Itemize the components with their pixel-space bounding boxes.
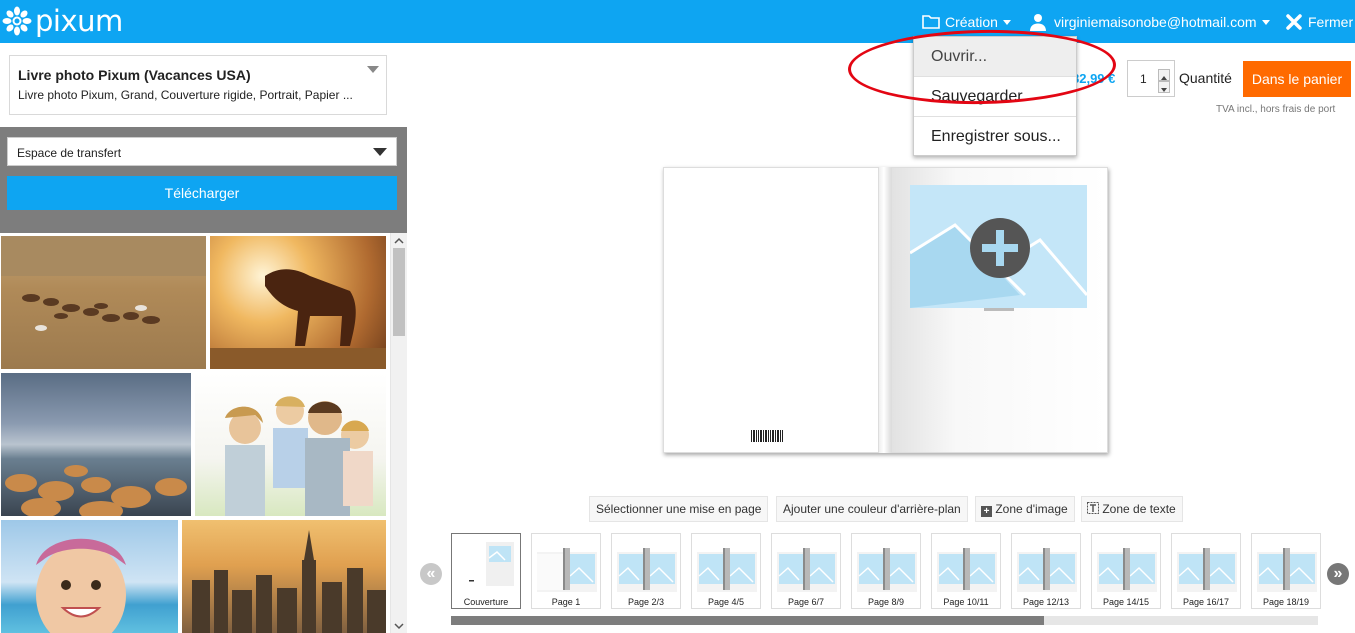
- photo-thumbnail[interactable]: [1, 373, 191, 516]
- chevron-up-icon[interactable]: [391, 236, 407, 246]
- account-email: virginiemaisonobe@hotmail.com: [1054, 13, 1257, 30]
- close-editor-button[interactable]: Fermer: [1286, 0, 1353, 43]
- chevron-down-icon: [1002, 20, 1011, 25]
- folder-icon: [922, 15, 940, 29]
- gallery-scrollbar-thumb[interactable]: [393, 248, 405, 336]
- product-title: Livre photo Pixum (Vacances USA): [18, 67, 251, 83]
- page-label: Couverture: [463, 597, 509, 607]
- pixum-logo[interactable]: pixum: [2, 4, 123, 38]
- page-thumbnail[interactable]: Page 18/19: [1251, 533, 1321, 609]
- page-thumbnail-cover[interactable]: Couverture: [451, 533, 521, 609]
- photo-source-panel: Espace de transfert Télécharger: [0, 127, 407, 233]
- cover-preview: [461, 542, 514, 586]
- spread-preview: [1017, 548, 1077, 592]
- plus-icon: +: [981, 506, 992, 517]
- pixum-flower-icon: [2, 6, 32, 36]
- add-image-icon[interactable]: [970, 218, 1030, 278]
- chevron-right-icon[interactable]: »: [1327, 563, 1349, 585]
- user-icon: [1030, 13, 1046, 31]
- spread-preview: [937, 548, 997, 592]
- page-thumbnail[interactable]: Page 16/17: [1171, 533, 1241, 609]
- photo-source-value: Espace de transfert: [17, 146, 122, 160]
- page-label: Page 8/9: [867, 597, 905, 607]
- chevron-down-icon: [1261, 20, 1270, 25]
- page-thumbnail[interactable]: Page 1: [531, 533, 601, 609]
- page-label: Page 10/11: [943, 597, 989, 607]
- chevron-down-icon: [1161, 88, 1167, 92]
- page-label: Page 12/13: [1022, 597, 1070, 607]
- pages-scrollbar[interactable]: [451, 616, 1318, 625]
- page-thumbnail[interactable]: Page 6/7: [771, 533, 841, 609]
- page-thumbnail[interactable]: Page 14/15: [1091, 533, 1161, 609]
- page-label: Page 16/17: [1182, 597, 1230, 607]
- gallery-scrollbar[interactable]: [390, 233, 407, 633]
- chevron-left-icon[interactable]: «: [420, 563, 442, 585]
- add-to-cart-button[interactable]: Dans le panier: [1243, 61, 1351, 97]
- upload-button[interactable]: Télécharger: [7, 176, 397, 210]
- book-spine: [879, 167, 891, 453]
- text-placeholder[interactable]: [984, 308, 1014, 311]
- page-label: Page 4/5: [707, 597, 745, 607]
- image-zone-button[interactable]: + Zone d'image: [975, 496, 1075, 522]
- spread-preview: [697, 548, 757, 592]
- quantity-increase-button[interactable]: [1158, 69, 1170, 81]
- spread-preview: [1097, 548, 1157, 592]
- image-zone-label: Zone d'image: [995, 502, 1068, 516]
- text-zone-button[interactable]: Zone de texte: [1081, 496, 1183, 522]
- page-thumbnail[interactable]: Page 12/13: [1011, 533, 1081, 609]
- book-cover-spread: [663, 167, 1108, 453]
- page-thumbnail[interactable]: Page 8/9: [851, 533, 921, 609]
- chevron-down-icon: [367, 66, 379, 73]
- page-label: Page 18/19: [1262, 597, 1310, 607]
- menu-item-save-as[interactable]: Enregistrer sous...: [914, 117, 1076, 157]
- barcode-icon: [751, 430, 783, 442]
- top-bar: pixum Création virginiemaisonobe@hotmail…: [0, 0, 1355, 43]
- add-background-color-button[interactable]: Ajouter une couleur d'arrière-plan: [776, 496, 968, 522]
- spread-preview: [777, 548, 837, 592]
- image-placeholder[interactable]: [910, 185, 1087, 308]
- photo-gallery: [0, 233, 390, 633]
- page-thumbnail[interactable]: Page 2/3: [611, 533, 681, 609]
- page-thumbnail[interactable]: Page 10/11: [931, 533, 1001, 609]
- back-cover[interactable]: [663, 167, 879, 453]
- select-layout-button[interactable]: Sélectionner une mise en page: [589, 496, 769, 522]
- quantity-stepper[interactable]: 1: [1127, 60, 1175, 97]
- creation-label: Création: [945, 13, 998, 30]
- photo-thumbnail[interactable]: [210, 236, 386, 369]
- spread-preview: [617, 548, 677, 592]
- photo-thumbnail[interactable]: [1, 520, 178, 633]
- chevron-down-icon: [373, 148, 387, 156]
- page-label: Page 2/3: [627, 597, 665, 607]
- quantity-label: Quantité: [1179, 70, 1232, 86]
- spread-preview: [537, 548, 597, 592]
- text-zone-label: Zone de texte: [1102, 502, 1176, 516]
- quantity-decrease-button[interactable]: [1158, 81, 1170, 93]
- photo-source-select[interactable]: Espace de transfert: [7, 137, 397, 166]
- photo-thumbnail[interactable]: [1, 236, 206, 369]
- front-cover[interactable]: [891, 167, 1108, 453]
- product-subtitle: Livre photo Pixum, Grand, Couverture rig…: [18, 88, 353, 102]
- page-thumbnail[interactable]: Page 4/5: [691, 533, 761, 609]
- brand-name: pixum: [35, 4, 123, 38]
- text-box-icon: [1087, 502, 1099, 514]
- chevron-down-icon[interactable]: [391, 621, 407, 631]
- photo-thumbnail[interactable]: [182, 520, 386, 633]
- spread-preview: [857, 548, 917, 592]
- page-label: Page 6/7: [787, 597, 825, 607]
- page-label: Page 14/15: [1102, 597, 1150, 607]
- close-icon: [1286, 13, 1302, 30]
- quantity-value: 1: [1140, 72, 1147, 86]
- product-selector[interactable]: Livre photo Pixum (Vacances USA) Livre p…: [9, 55, 387, 115]
- tax-note: TVA incl., hors frais de port: [1216, 104, 1336, 115]
- spread-preview: [1177, 548, 1237, 592]
- close-label: Fermer: [1308, 13, 1354, 30]
- pages-scrollbar-thumb[interactable]: [451, 616, 1044, 625]
- spread-preview: [1257, 548, 1317, 592]
- page-label: Page 1: [551, 597, 581, 607]
- photo-thumbnail[interactable]: [195, 373, 386, 516]
